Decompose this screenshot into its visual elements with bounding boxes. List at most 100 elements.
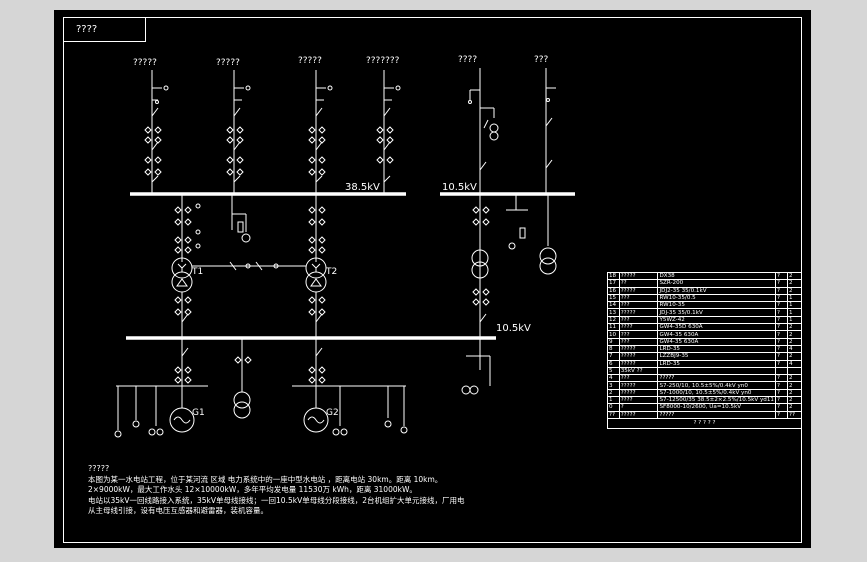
parts-table-row: 5 35kV ?? <box>607 366 802 376</box>
parts-table-cell: ????? <box>618 359 659 368</box>
parts-table-cell: 2 <box>787 352 802 361</box>
parts-table-cell: ? <box>774 337 789 346</box>
label-t1: T1 <box>192 267 204 277</box>
notes-heading: ????? <box>88 464 110 473</box>
parts-table-cell: 11 <box>607 323 620 332</box>
feeder-label-right-2: ??? <box>534 55 549 65</box>
drawing-notes: ????? 本图为某一水电站工程，位于某河流 区域 电力系统中的一座中型水电站 … <box>88 464 588 517</box>
parts-table-cell: ? <box>774 293 789 303</box>
parts-table-cell: 6 <box>607 359 620 368</box>
parts-table-cell: DX38 <box>657 271 776 281</box>
parts-table-row: 11???? GW4-35D 630A? 2 <box>607 323 802 332</box>
aux-transformer <box>233 338 252 419</box>
parts-table-cell: 9 <box>607 337 620 346</box>
parts-table-cell: S7-1000/10, 10.5±5%/0.4kV yn0 <box>657 388 776 398</box>
parts-table-cell: 0 <box>607 403 620 412</box>
parts-table-cell: JDJ2-35 35/0.1kV <box>657 286 776 295</box>
parts-table-cell: ? <box>774 403 789 412</box>
parts-table-row: 12??? Y5WZ-42? 1 <box>607 315 802 325</box>
parts-table-cell: 3 <box>607 381 620 390</box>
label-g1: G1 <box>192 408 205 418</box>
parts-table-cell: 15 <box>607 293 620 303</box>
parts-table-cell: ? <box>774 330 789 339</box>
feeder-right-2 <box>545 68 556 194</box>
parts-table-cell: ? <box>774 308 789 317</box>
parts-table-footer: ? ? ? ? ? <box>607 417 802 429</box>
parts-table-row: 16????? JDJ2-35 35/0.1kV? 2 <box>607 286 802 295</box>
parts-table-cell: 2 <box>787 286 802 295</box>
parts-table-cell: SF8000-10/2600, Ua=10.5kV <box>657 403 776 412</box>
parts-table-cell: ??? <box>618 293 659 303</box>
parts-table-row: 7????? LZZBJ9-35? 2 <box>607 352 802 361</box>
parts-table-cell: ???? <box>618 323 659 332</box>
parts-table-row: 4????????? 2 <box>607 374 802 383</box>
parts-table-cell: 8 <box>607 344 620 354</box>
parts-table-cell: ??? <box>618 315 659 325</box>
parts-table-cell: ? <box>774 315 789 325</box>
parts-table-cell: 16 <box>607 286 620 295</box>
parts-table-cell: 2 <box>787 330 802 339</box>
parts-table-cell: 10 <box>607 330 620 339</box>
parts-table-row: 8????? LRD-35? 4 <box>607 344 802 354</box>
notes-line-2: 2×9000kW，最大工作水头 12×10000kW，多年平均发电量 11530… <box>88 485 417 494</box>
parts-table-cell: GW4-35 630A <box>657 337 776 346</box>
feeder-label-2: ????? <box>216 58 240 68</box>
feeder-35kv-3 <box>308 70 333 194</box>
parts-table-row: 9??? GW4-35 630A? 2 <box>607 337 802 346</box>
parts-table-cell: 1 <box>787 301 802 310</box>
parts-table-cell: ????? <box>618 271 659 281</box>
feeder-label-3: ????? <box>298 56 322 66</box>
pt-35kv <box>231 194 251 243</box>
parts-table-cell: ????? <box>618 381 659 390</box>
parts-table-cell: 4 <box>787 359 802 368</box>
parts-table-cell: ??? <box>618 337 659 346</box>
parts-table-cell: ? <box>774 279 789 288</box>
parts-table-cell: ????? <box>618 352 659 361</box>
parts-table-cell: ? <box>618 403 659 412</box>
parts-table-cell: 2 <box>787 279 802 288</box>
parts-table-cell: ??? <box>618 374 659 383</box>
generator-g2 <box>292 338 408 436</box>
parts-table-cell: ? <box>774 271 789 281</box>
parts-table-cell: JDJ-35 35/0.1kV <box>657 308 776 317</box>
parts-table-cell: S7-12500/35 38.5±2×2.5%/10.5kV yd11 <box>657 396 776 405</box>
parts-table-cell: LZZBJ9-35 <box>657 352 776 361</box>
parts-table-row: 15??? RW10-35/0.5? 1 <box>607 293 802 303</box>
parts-table-row: 0? SF8000-10/2600, Ua=10.5kV? 2 <box>607 403 802 412</box>
parts-table-cell: ? <box>774 359 789 368</box>
parts-table-row: 13????? JDJ-35 35/0.1kV? 1 <box>607 308 802 317</box>
parts-table-row: 1???? S7-12500/35 38.5±2×2.5%/10.5kV yd11… <box>607 396 802 405</box>
feeder-label-1: ????? <box>133 58 157 68</box>
parts-table-cell: RW10-35/0.5 <box>657 293 776 303</box>
parts-table-cell: ? <box>774 323 789 332</box>
parts-table-cell: ?? <box>618 279 659 288</box>
parts-table-cell: ??? <box>618 330 659 339</box>
right-bus-loads <box>471 194 557 338</box>
parts-table-cell: ????? <box>618 286 659 295</box>
generator-g1 <box>114 338 208 438</box>
parts-table-cell: 2 <box>787 381 802 390</box>
parts-table-cell <box>774 366 789 376</box>
parts-table-cell: 2 <box>607 388 620 398</box>
parts-table-cell: ????? <box>618 410 659 419</box>
parts-table-cell: ?? <box>607 410 620 419</box>
label-g2: G2 <box>326 408 339 418</box>
parts-table-cell: 2 <box>787 323 802 332</box>
parts-table: 18????? DX38? 2 17?? SZR-200? 2 16????? JDJ2-35… <box>607 271 802 429</box>
parts-table-row: 6????? LRD-35? 4 <box>607 359 802 368</box>
parts-table-cell: SZR-200 <box>657 279 776 288</box>
parts-table-cell: ? <box>774 374 789 383</box>
parts-table-cell: ? <box>774 301 789 310</box>
parts-table-cell: Y5WZ-42 <box>657 315 776 325</box>
parts-table-cell: 2 <box>787 374 802 383</box>
parts-table-cell: 2 <box>787 396 802 405</box>
parts-table-cell: ????? <box>618 308 659 317</box>
parts-table-cell: ? <box>774 286 789 295</box>
parts-table-cell: ??? <box>618 301 659 310</box>
parts-table-cell: ? <box>774 388 789 398</box>
parts-table-cell: 2 <box>787 388 802 398</box>
parts-table-row: 17?? SZR-200? 2 <box>607 279 802 288</box>
parts-table-cell: 1 <box>787 293 802 303</box>
parts-table-cell: 7 <box>607 352 620 361</box>
parts-table-cell: ? <box>774 344 789 354</box>
